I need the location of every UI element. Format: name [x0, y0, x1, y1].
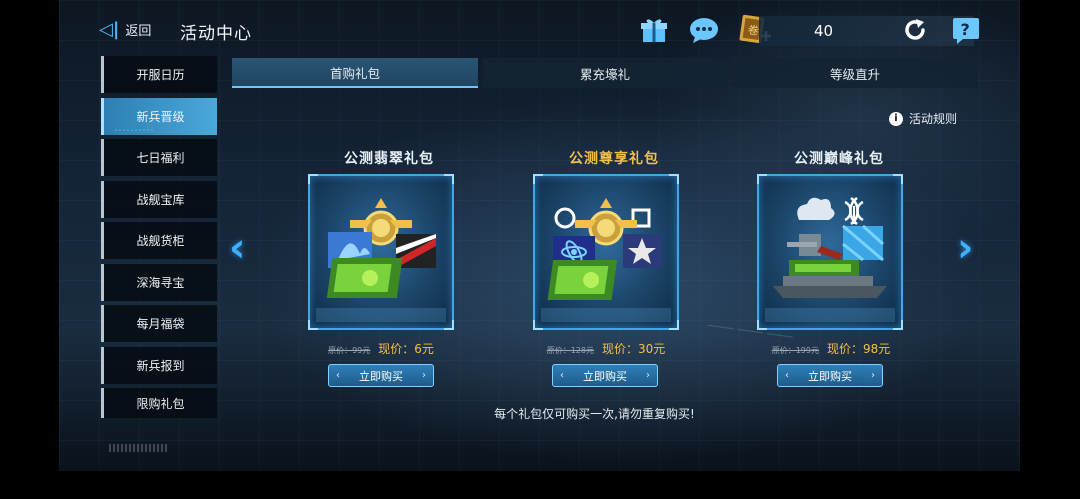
current-price: 6元 — [414, 342, 434, 356]
activity-rules-link[interactable]: i 活动规则 — [889, 110, 957, 127]
sidebar-item-server-calendar[interactable]: 开服日历 — [101, 56, 217, 93]
sidebar-item-monthly-lucky-bag[interactable]: 每月福袋 — [101, 305, 217, 342]
sidebar-item-label: 七日福利 — [136, 151, 185, 165]
previous-arrow-icon[interactable]: ‹ — [229, 228, 245, 268]
current-price-label: 现价： — [378, 342, 415, 356]
package-card-premium[interactable] — [533, 174, 679, 330]
tab-label: 首购礼包 — [329, 65, 380, 81]
buy-now-label: 立即购买 — [583, 369, 627, 383]
device-bezel-left — [0, 0, 59, 499]
device-bezel-right — [1020, 0, 1080, 499]
page-title: 活动中心 — [180, 24, 252, 44]
currency-bar — [759, 16, 974, 46]
svg-text:?: ? — [961, 20, 970, 39]
buy-now-label: 立即购买 — [359, 369, 403, 383]
current-price: 30元 — [638, 342, 666, 356]
chevron-left-icon: ‹ — [785, 370, 789, 381]
tab-first-purchase[interactable]: 首购礼包 — [232, 58, 478, 88]
card-base — [316, 308, 446, 322]
tab-cumulative-recharge[interactable]: 累充壕礼 — [482, 58, 728, 88]
sidebar-item-label: 每月福袋 — [136, 317, 185, 331]
package-card-emerald[interactable] — [308, 174, 454, 330]
svg-text:卷: 卷 — [747, 23, 760, 38]
card-base — [765, 308, 895, 322]
tab-label: 累充壕礼 — [579, 66, 630, 82]
tab-level-boost[interactable]: 等级直升 — [732, 58, 978, 88]
currency-value: 40 — [814, 22, 834, 40]
help-icon[interactable]: ? — [950, 14, 982, 46]
original-price: 原价：128元 — [546, 346, 594, 355]
current-price: 98元 — [863, 342, 891, 356]
chevron-left-icon: ‹ — [560, 370, 564, 381]
back-label: 返回 — [125, 24, 152, 39]
sidebar-item-warship-treasury[interactable]: 战舰宝库 — [101, 180, 217, 218]
sidebar-item-label: 开服日历 — [136, 68, 185, 82]
chevron-right-icon: › — [646, 370, 650, 381]
sidebar-item-recruit-checkin[interactable]: 新兵报到 — [101, 346, 217, 384]
back-arrow-icon: ◁| — [99, 18, 120, 40]
sidebar-menu: 开服日历 新兵晋级 七日福利 战舰宝库 战舰货柜 深海寻宝 每月福袋 新兵报到 … — [101, 56, 217, 423]
purchase-notice: 每个礼包仅可购买一次,请勿重复购买! — [494, 407, 695, 421]
package-items-image — [547, 198, 661, 300]
back-button[interactable]: ◁| 返回 — [99, 20, 151, 39]
current-price-label: 现价： — [826, 342, 863, 356]
package-title: 公测巅峰礼包 — [794, 151, 884, 167]
rules-label: 活动规则 — [909, 112, 958, 126]
sidebar-item-warship-container[interactable]: 战舰货柜 — [101, 222, 217, 259]
sidebar-item-label: 战舰宝库 — [136, 192, 185, 207]
sidebar-item-deep-sea-treasure[interactable]: 深海寻宝 — [101, 263, 217, 301]
package-items-image — [773, 196, 887, 298]
tab-bar: 首购礼包 累充壕礼 等级直升 — [232, 58, 978, 88]
card-base — [541, 308, 671, 322]
buy-now-button[interactable]: ‹ 立即购买 › — [552, 364, 658, 387]
menu-decoration — [109, 444, 169, 452]
package-card-peak[interactable] — [757, 174, 903, 330]
chevron-right-icon: › — [871, 370, 875, 381]
activity-center-screen: ＿＿＿ ◁| 返回 活动中心 卷 40 ? 开服日历 新兵晋级 七日福利 战舰宝… — [59, 0, 1020, 471]
chevron-left-icon: ‹ — [336, 370, 340, 381]
gift-icon[interactable] — [638, 14, 670, 46]
package-items-image — [326, 198, 436, 298]
active-indicator-dots — [114, 128, 154, 131]
sidebar-item-label: 新兵报到 — [136, 358, 185, 373]
price-row: 原价：99元 现价： 6元 — [296, 340, 466, 357]
info-icon: i — [889, 111, 903, 126]
refresh-icon[interactable] — [899, 14, 931, 46]
current-price-label: 现价： — [601, 342, 638, 356]
device-bezel-bottom — [59, 471, 1020, 499]
sidebar-item-label: 深海寻宝 — [136, 275, 185, 290]
buy-now-label: 立即购买 — [808, 369, 852, 383]
price-row: 原价：128元 现价： 30元 — [521, 340, 691, 357]
buy-now-button[interactable]: ‹ 立即购买 › — [777, 364, 883, 387]
buy-now-button[interactable]: ‹ 立即购买 › — [328, 364, 434, 387]
sidebar-item-label: 新兵晋级 — [136, 109, 185, 124]
next-arrow-icon[interactable]: › — [957, 228, 973, 268]
sidebar-item-seven-day-welfare[interactable]: 七日福利 — [101, 139, 217, 176]
package-title: 公测翡翠礼包 — [344, 151, 434, 167]
original-price: 原价：99元 — [328, 346, 371, 355]
sidebar-item-recruit-promotion[interactable]: 新兵晋级 — [101, 97, 217, 135]
price-row: 原价：199元 现价： 98元 — [746, 340, 916, 357]
tab-label: 等级直升 — [829, 66, 880, 82]
package-title: 公测尊享礼包 — [569, 151, 659, 167]
chevron-right-icon: › — [422, 370, 426, 381]
chat-icon[interactable] — [688, 14, 720, 46]
original-price: 原价：199元 — [771, 346, 819, 355]
sidebar-item-label: 战舰货柜 — [136, 234, 185, 248]
